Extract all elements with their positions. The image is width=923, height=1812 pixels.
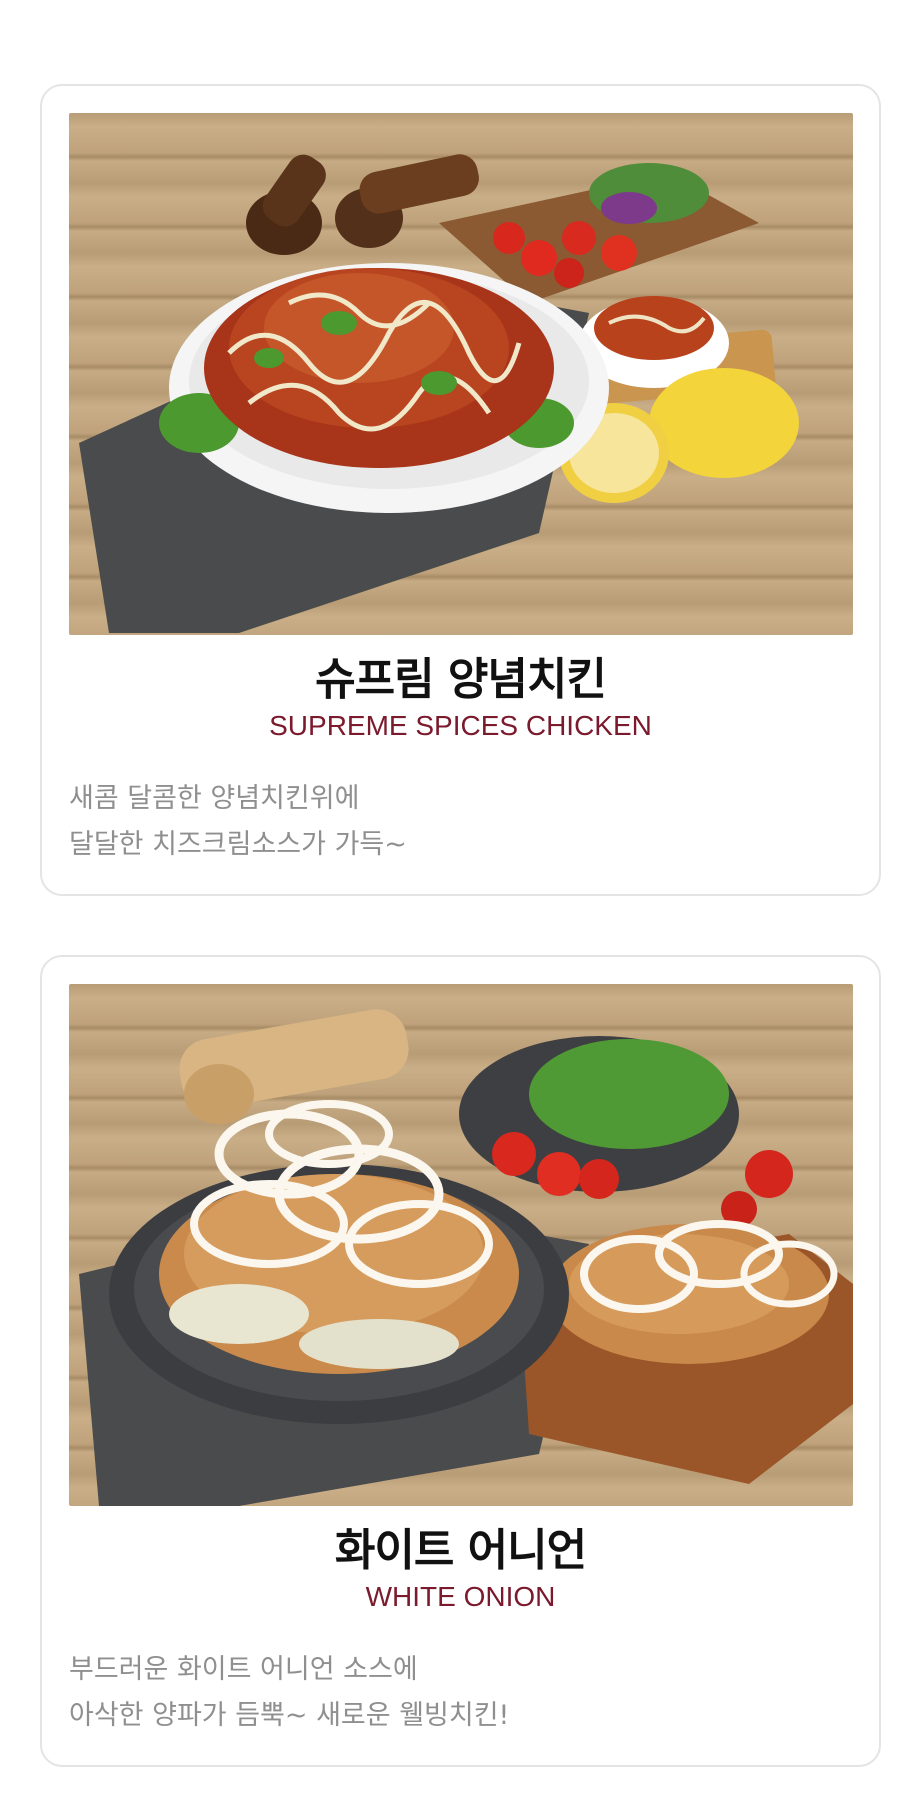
menu-title: 화이트 어니언 — [334, 1525, 587, 1576]
menu-description: 새콤 달콤한 양념치킨위에 달달한 치즈크림소스가 가득~ — [69, 776, 852, 868]
menu-title: 슈프림 양념치킨 — [315, 654, 607, 705]
menu-card-white-onion[interactable]: 화이트 어니언 WHITE ONION 부드러운 화이트 어니언 소스에 아삭한… — [40, 955, 881, 1767]
menu-card-supreme-spices-chicken[interactable]: 슈프림 양념치킨 SUPREME SPICES CHICKEN 새콤 달콤한 양… — [40, 84, 881, 896]
menu-description-line: 달달한 치즈크림소스가 가득~ — [69, 829, 407, 860]
menu-photo-supreme-spices-chicken — [69, 113, 853, 635]
menu-description: 부드러운 화이트 어니언 소스에 아삭한 양파가 듬뿍~ 새로운 웰빙치킨! — [69, 1647, 852, 1739]
menu-description-line: 새콤 달콤한 양념치킨위에 — [69, 783, 360, 814]
menu-photo-white-onion — [69, 984, 853, 1506]
menu-subtitle: WHITE ONION — [365, 1581, 556, 1612]
menu-subtitle: SUPREME SPICES CHICKEN — [269, 710, 652, 741]
menu-description-line: 부드러운 화이트 어니언 소스에 — [69, 1654, 418, 1685]
menu-description-line: 아삭한 양파가 듬뿍~ 새로운 웰빙치킨! — [69, 1700, 510, 1731]
